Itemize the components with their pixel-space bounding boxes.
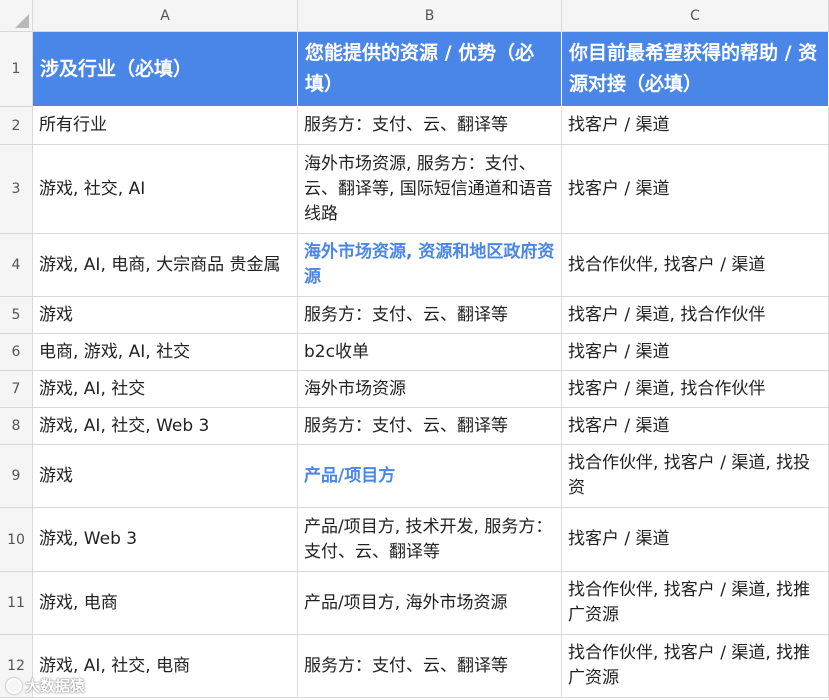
row-header-3[interactable]: 3 <box>0 145 33 234</box>
cell-c8[interactable]: 找客户 / 渠道 <box>562 408 829 445</box>
spreadsheet-grid: A B C 1 涉及行业（必填） 您能提供的资源 / 优势（必填） 你目前最希望… <box>0 0 829 700</box>
cell-c3[interactable]: 找客户 / 渠道 <box>562 145 829 234</box>
cell-a8[interactable]: 游戏, AI, 社交, Web 3 <box>33 408 298 445</box>
row-header-2[interactable]: 2 <box>0 107 33 145</box>
column-header-c[interactable]: C <box>562 0 829 32</box>
cell-b5[interactable]: 服务方：支付、云、翻译等 <box>298 297 562 334</box>
cell-c2[interactable]: 找客户 / 渠道 <box>562 107 829 145</box>
cell-c6[interactable]: 找客户 / 渠道 <box>562 334 829 371</box>
cell-b3[interactable]: 海外市场资源, 服务方：支付、云、翻译等, 国际短信通道和语音线路 <box>298 145 562 234</box>
select-all-corner[interactable] <box>0 0 33 32</box>
row-header-11[interactable]: 11 <box>0 572 33 635</box>
row-header-4[interactable]: 4 <box>0 234 33 297</box>
column-header-b[interactable]: B <box>298 0 562 32</box>
header-cell-help-wanted[interactable]: 你目前最希望获得的帮助 / 资源对接（必填） <box>562 32 829 107</box>
row-header-10[interactable]: 10 <box>0 508 33 572</box>
cell-c4[interactable]: 找合作伙伴, 找客户 / 渠道 <box>562 234 829 297</box>
cell-b8[interactable]: 服务方：支付、云、翻译等 <box>298 408 562 445</box>
cell-a9[interactable]: 游戏 <box>33 445 298 508</box>
cell-c9[interactable]: 找合作伙伴, 找客户 / 渠道, 找投资 <box>562 445 829 508</box>
cell-b4[interactable]: 海外市场资源, 资源和地区政府资源 <box>298 234 562 297</box>
cell-c10[interactable]: 找客户 / 渠道 <box>562 508 829 572</box>
row-header-7[interactable]: 7 <box>0 371 33 408</box>
column-header-a[interactable]: A <box>33 0 298 32</box>
cell-a2[interactable]: 所有行业 <box>33 107 298 145</box>
cell-a7[interactable]: 游戏, AI, 社交 <box>33 371 298 408</box>
row-header-1[interactable]: 1 <box>0 32 33 107</box>
cell-b10[interactable]: 产品/项目方, 技术开发, 服务方：支付、云、翻译等 <box>298 508 562 572</box>
cell-c12[interactable]: 找合作伙伴, 找客户 / 渠道, 找推广资源 <box>562 635 829 698</box>
cell-a4[interactable]: 游戏, AI, 电商, 大宗商品 贵金属 <box>33 234 298 297</box>
cell-b9[interactable]: 产品/项目方 <box>298 445 562 508</box>
cell-a11[interactable]: 游戏, 电商 <box>33 572 298 635</box>
cell-b11[interactable]: 产品/项目方, 海外市场资源 <box>298 572 562 635</box>
cell-c5[interactable]: 找客户 / 渠道, 找合作伙伴 <box>562 297 829 334</box>
cell-a6[interactable]: 电商, 游戏, AI, 社交 <box>33 334 298 371</box>
cell-b2[interactable]: 服务方：支付、云、翻译等 <box>298 107 562 145</box>
cell-b12[interactable]: 服务方：支付、云、翻译等 <box>298 635 562 698</box>
row-header-8[interactable]: 8 <box>0 408 33 445</box>
row-header-6[interactable]: 6 <box>0 334 33 371</box>
cell-a5[interactable]: 游戏 <box>33 297 298 334</box>
row-header-5[interactable]: 5 <box>0 297 33 334</box>
cell-a3[interactable]: 游戏, 社交, AI <box>33 145 298 234</box>
header-cell-resources[interactable]: 您能提供的资源 / 优势（必填） <box>298 32 562 107</box>
cell-b7[interactable]: 海外市场资源 <box>298 371 562 408</box>
cell-a10[interactable]: 游戏, Web 3 <box>33 508 298 572</box>
header-cell-industry[interactable]: 涉及行业（必填） <box>33 32 298 107</box>
cell-c7[interactable]: 找客户 / 渠道, 找合作伙伴 <box>562 371 829 408</box>
watermark-text: 大数据猿 <box>25 677 86 695</box>
row-header-9[interactable]: 9 <box>0 445 33 508</box>
cell-b6[interactable]: b2c收单 <box>298 334 562 371</box>
watermark: 大数据猿 <box>6 675 85 696</box>
cell-c11[interactable]: 找合作伙伴, 找客户 / 渠道, 找推广资源 <box>562 572 829 635</box>
select-all-triangle-icon <box>15 14 29 28</box>
watermark-logo-icon <box>6 677 22 694</box>
